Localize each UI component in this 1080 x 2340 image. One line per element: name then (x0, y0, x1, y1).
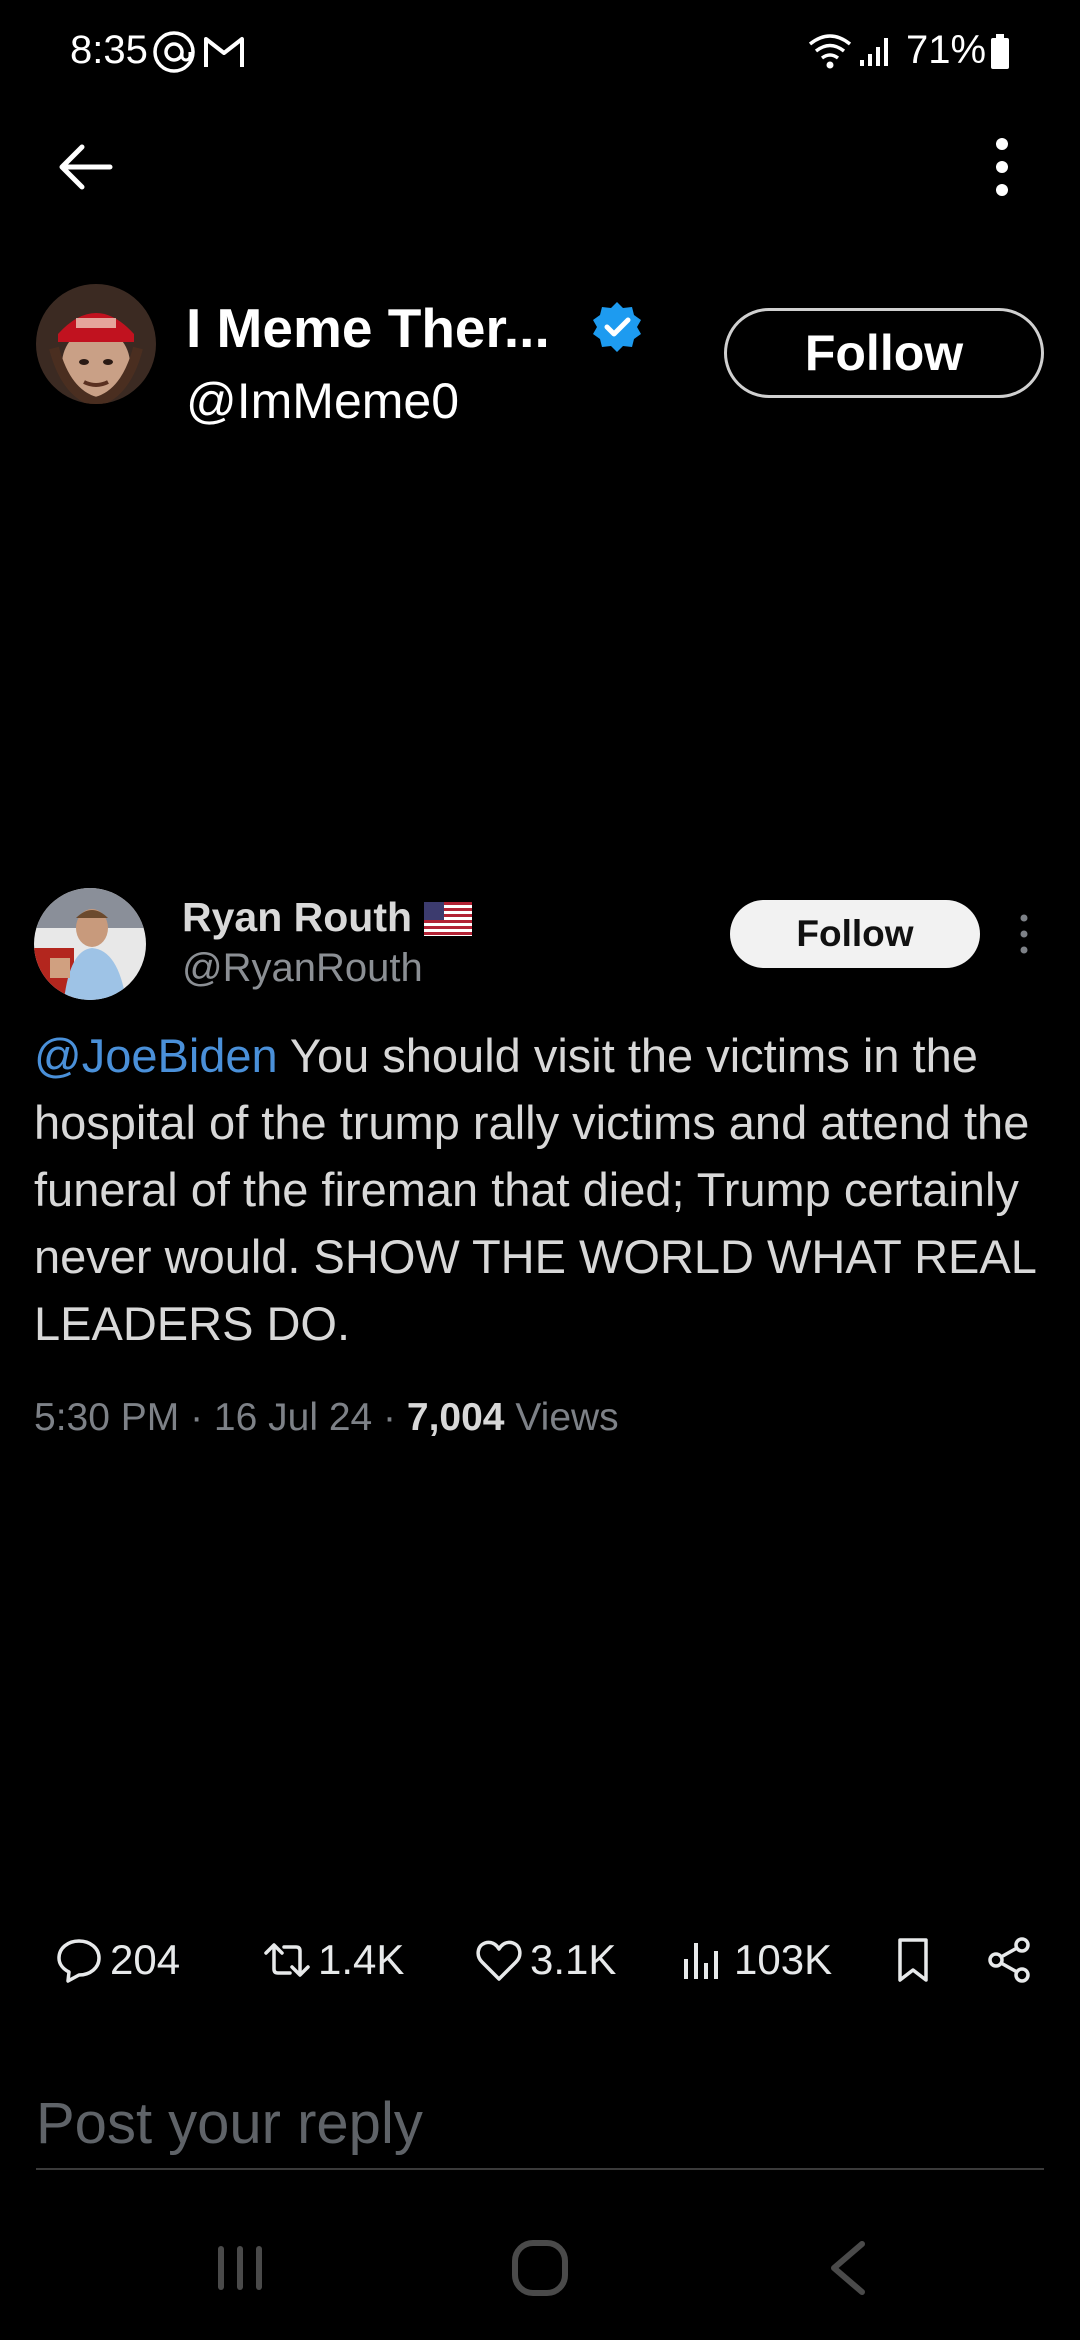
repost-icon (264, 1943, 310, 1977)
tweet-time: 5:30 PM (34, 1396, 180, 1439)
more-vertical-icon[interactable] (976, 132, 1026, 202)
gmail-icon (204, 37, 244, 67)
reply-count: 204 (110, 1936, 181, 1983)
signal-icon (860, 38, 888, 66)
us-flag-icon (424, 902, 472, 936)
follow-button[interactable]: Follow (724, 308, 1044, 398)
status-bar: 8:35 71% (0, 0, 1080, 104)
tweet-views-count: 7,004 (406, 1396, 505, 1439)
repost-button[interactable]: 1.4K (262, 1920, 404, 2000)
reply-divider (36, 2168, 1044, 2170)
profile-handle: @ImMeme0 (186, 373, 460, 429)
tweet-meta: 5:30 PM · 16 Jul 24 · 7,004 Views (34, 1396, 619, 1439)
tweet-views-label: Views (515, 1396, 619, 1439)
like-count: 3.1K (530, 1936, 617, 1983)
battery-percentage: 71% (906, 28, 987, 72)
verified-badge-icon (593, 302, 641, 352)
back-button[interactable] (50, 132, 120, 202)
reply-input[interactable] (36, 2078, 1044, 2168)
recents-nav-icon[interactable] (212, 2240, 268, 2296)
reply-button[interactable]: 204 (54, 1920, 180, 2000)
tweet-more-icon (1020, 914, 1028, 954)
tweet-author-handle: @RyanRouth (182, 946, 423, 990)
heart-icon (476, 1940, 522, 1981)
reply-icon (57, 1939, 101, 1983)
battery-icon (991, 34, 1009, 69)
action-bar: 204 1.4K 3.1K 103K (0, 1920, 1080, 2000)
like-button[interactable]: 3.1K (474, 1920, 616, 2000)
profile-avatar[interactable] (36, 284, 156, 404)
back-arrow-icon (59, 144, 113, 190)
threads-icon (153, 31, 195, 73)
bookmark-icon (898, 1938, 928, 1982)
views-count: 103K (734, 1936, 833, 1983)
repost-count: 1.4K (318, 1936, 405, 1983)
bookmark-button[interactable] (888, 1920, 944, 2000)
views-icon (684, 1943, 718, 1979)
status-time: 8:35 (70, 28, 148, 72)
tweet-follow-button: Follow (730, 900, 980, 968)
home-nav-icon[interactable] (510, 2238, 570, 2298)
tweet-mention: @JoeBiden (34, 1029, 278, 1082)
tweet-author-name: Ryan Routh (182, 894, 413, 940)
profile-name[interactable]: I Meme Ther... (186, 296, 550, 360)
back-nav-icon[interactable] (820, 2238, 876, 2298)
tweet-author-avatar (34, 888, 146, 1000)
wifi-icon (808, 34, 852, 69)
views-button[interactable]: 103K (678, 1920, 832, 2000)
share-icon (988, 1937, 1030, 1983)
tweet-date: 16 Jul 24 (213, 1396, 373, 1439)
share-button[interactable] (984, 1920, 1040, 2000)
tweet-text: @JoeBiden You should visit the victims i… (34, 1022, 1054, 1357)
